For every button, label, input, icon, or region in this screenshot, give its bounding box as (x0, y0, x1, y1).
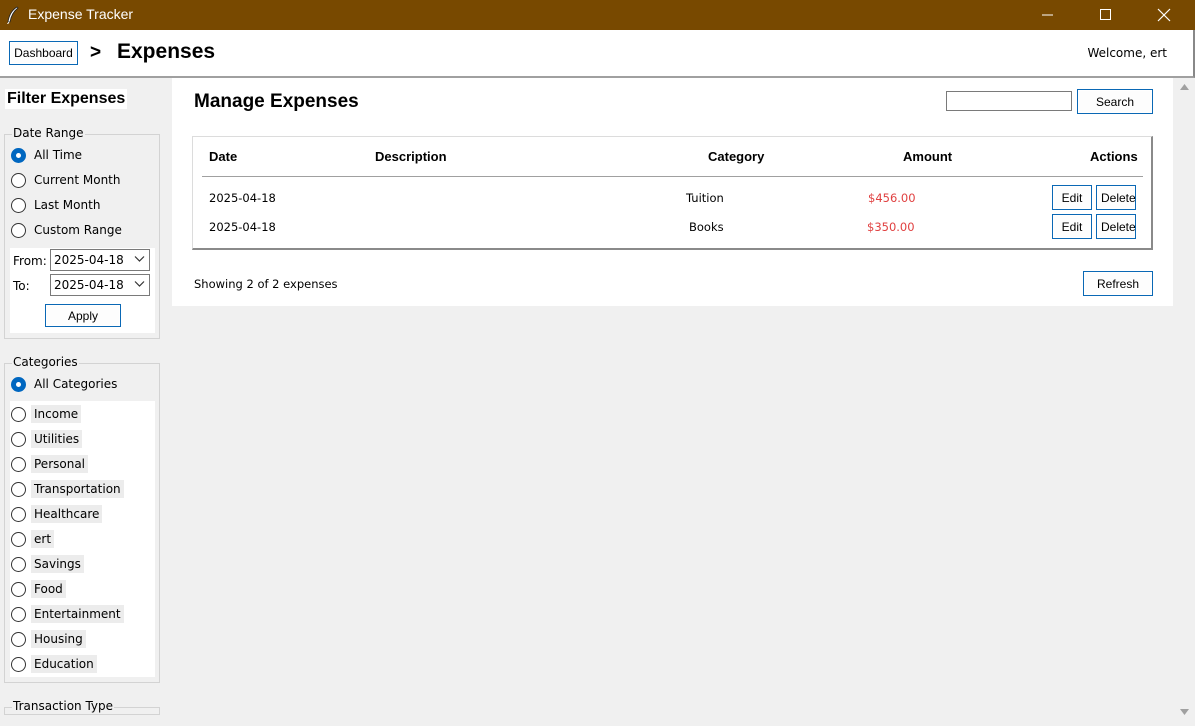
maximize-button[interactable] (1077, 0, 1135, 30)
radio-icon (11, 456, 26, 472)
date-range-label: Date Range (12, 126, 85, 140)
column-header-category: Category (708, 149, 765, 164)
row-date: 2025-04-18 (209, 191, 276, 205)
search-button[interactable]: Search (1077, 89, 1153, 114)
radio-icon (11, 222, 26, 238)
vertical-scrollbar[interactable] (1176, 78, 1193, 726)
chevron-down-icon (134, 256, 145, 262)
welcome-text: Welcome, ert (1087, 46, 1167, 60)
to-date-value: 2025-04-18 (54, 278, 124, 292)
feather-icon (7, 6, 19, 24)
filter-title: Filter Expenses (5, 89, 128, 109)
delete-button[interactable]: Delete (1096, 185, 1136, 210)
maximize-icon (1100, 9, 1111, 20)
radio-icon (11, 197, 26, 213)
row-category: Tuition (686, 191, 724, 205)
from-date-value: 2025-04-18 (54, 253, 124, 267)
header-divider (202, 176, 1143, 177)
close-icon (1157, 8, 1171, 22)
close-button[interactable] (1135, 0, 1193, 30)
radio-all-time[interactable]: All Time (11, 144, 82, 166)
main-panel: Manage Expenses Search Date Description … (172, 78, 1173, 306)
radio-category-healthcare[interactable]: Healthcare (11, 503, 103, 525)
minimize-icon (1042, 14, 1053, 16)
to-label: To: (13, 279, 30, 293)
column-header-actions: Actions (1090, 149, 1138, 164)
radio-icon (11, 531, 26, 547)
radio-icon (11, 431, 26, 447)
chevron-down-icon (134, 281, 145, 287)
row-date: 2025-04-18 (209, 220, 276, 234)
radio-current-month[interactable]: Current Month (11, 169, 121, 191)
edit-button[interactable]: Edit (1052, 185, 1092, 210)
row-amount: $456.00 (868, 191, 916, 205)
column-header-amount: Amount (903, 149, 953, 164)
window-title: Expense Tracker (28, 6, 134, 22)
refresh-button[interactable]: Refresh (1083, 271, 1153, 296)
filter-sidebar: Filter Expenses Date Range All Time Curr… (0, 78, 170, 726)
radio-icon (11, 506, 26, 522)
radio-category-education[interactable]: Education (11, 653, 97, 675)
from-label: From: (13, 254, 47, 268)
page-title: Expenses (117, 40, 216, 63)
showing-count: Showing 2 of 2 expenses (194, 277, 338, 291)
radio-icon (11, 481, 26, 497)
radio-icon (11, 556, 26, 572)
expenses-table: Date Description Category Amount Actions… (192, 136, 1153, 250)
to-date-picker[interactable]: 2025-04-18 (50, 274, 150, 296)
main-title: Manage Expenses (194, 91, 359, 112)
radio-icon (11, 172, 26, 188)
radio-selected-icon (11, 376, 26, 392)
column-header-date: Date (209, 149, 238, 164)
radio-custom-range[interactable]: Custom Range (11, 219, 122, 241)
breadcrumb-separator: > (90, 42, 102, 63)
scroll-up-icon[interactable] (1180, 84, 1189, 90)
header: Dashboard > Expenses Welcome, ert (0, 30, 1195, 78)
row-amount: $350.00 (867, 220, 915, 234)
radio-category-income[interactable]: Income (11, 403, 82, 425)
radio-icon (11, 631, 26, 647)
radio-category-food[interactable]: Food (11, 578, 66, 600)
delete-button[interactable]: Delete (1096, 214, 1136, 239)
column-header-description: Description (375, 149, 447, 164)
from-date-picker[interactable]: 2025-04-18 (50, 249, 150, 271)
radio-category-personal[interactable]: Personal (11, 453, 89, 475)
categories-label: Categories (12, 355, 79, 369)
radio-last-month[interactable]: Last Month (11, 194, 100, 216)
radio-category-ert[interactable]: ert (11, 528, 55, 550)
title-bar: Expense Tracker (0, 0, 1195, 30)
radio-category-transportation[interactable]: Transportation (11, 478, 124, 500)
radio-category-housing[interactable]: Housing (11, 628, 86, 650)
radio-icon (11, 406, 26, 422)
radio-icon (11, 606, 26, 622)
minimize-button[interactable] (1019, 0, 1077, 30)
radio-icon (11, 656, 26, 672)
radio-category-entertainment[interactable]: Entertainment (11, 603, 124, 625)
radio-all-categories[interactable]: All Categories (11, 373, 117, 395)
radio-selected-icon (11, 147, 26, 163)
search-input[interactable] (946, 91, 1072, 111)
radio-category-utilities[interactable]: Utilities (11, 428, 83, 450)
row-category: Books (689, 220, 724, 234)
transaction-type-label: Transaction Type (12, 699, 115, 713)
radio-icon (11, 581, 26, 597)
dashboard-button[interactable]: Dashboard (9, 41, 78, 65)
radio-category-savings[interactable]: Savings (11, 553, 84, 575)
edit-button[interactable]: Edit (1052, 214, 1092, 239)
scroll-down-icon[interactable] (1180, 709, 1189, 715)
apply-button[interactable]: Apply (45, 304, 121, 327)
